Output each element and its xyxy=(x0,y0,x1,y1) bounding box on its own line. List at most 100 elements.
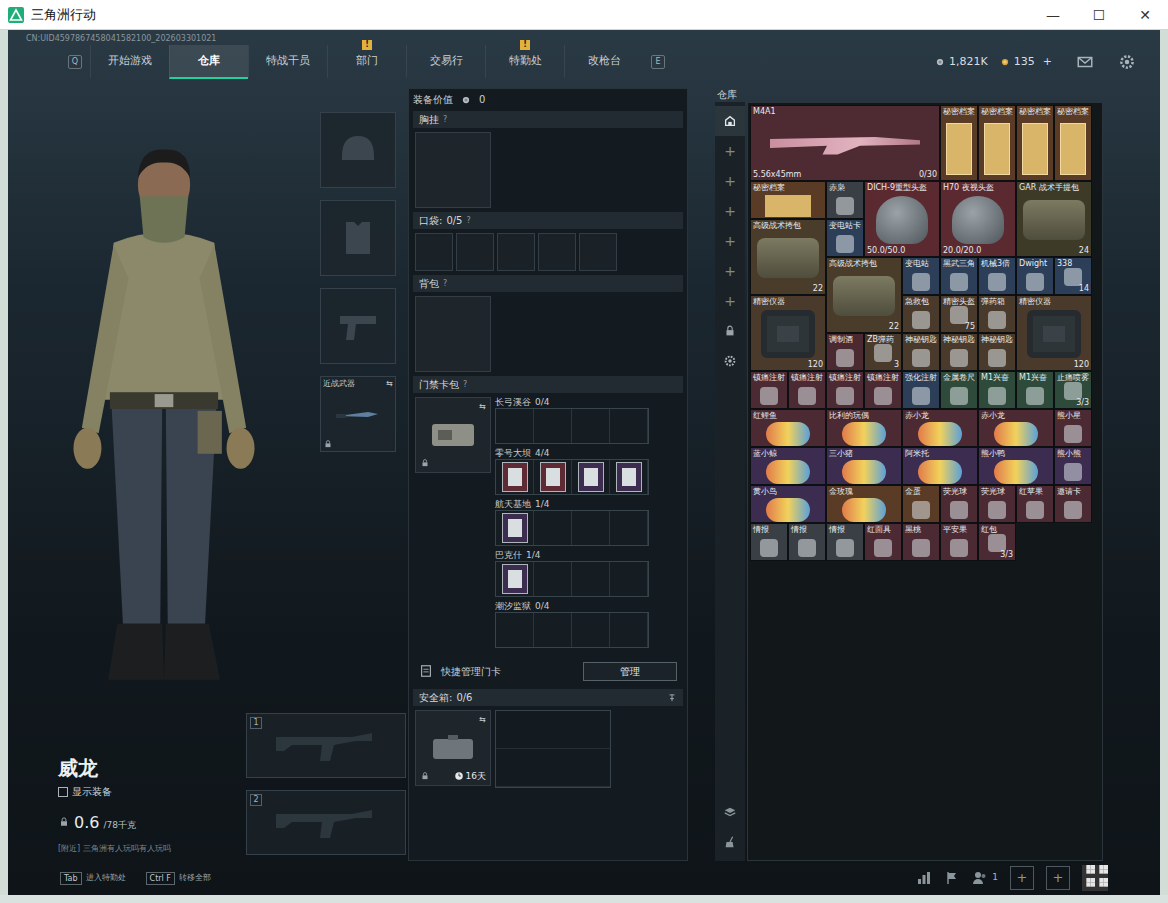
warehouse-item[interactable]: 高级战术挎包22 xyxy=(750,219,826,295)
pocket-slot[interactable] xyxy=(415,233,453,271)
card-pack-slot[interactable]: ⇆ xyxy=(415,397,491,473)
backpack-slot[interactable] xyxy=(415,296,491,372)
keycard-slot[interactable] xyxy=(534,460,572,494)
warehouse-item[interactable]: 急救包 xyxy=(902,295,940,333)
close-button[interactable]: ✕ xyxy=(1122,0,1168,30)
show-gear-checkbox[interactable] xyxy=(58,787,68,797)
help-button[interactable]: ? xyxy=(443,113,447,126)
warehouse-item[interactable]: 33814 xyxy=(1054,257,1092,295)
invite-slot[interactable]: + xyxy=(1010,866,1034,890)
warehouse-tab[interactable] xyxy=(715,106,745,136)
warehouse-item[interactable]: ZB弹药3 xyxy=(864,333,902,371)
nav-tab[interactable]: 特勤处! xyxy=(485,45,564,79)
warehouse-item[interactable]: 情报 xyxy=(750,523,788,561)
warehouse-tab[interactable]: + xyxy=(715,166,745,196)
access-card[interactable] xyxy=(502,462,528,492)
warehouse-item[interactable]: 秘密档案 xyxy=(750,181,826,219)
help-button[interactable]: ? xyxy=(466,214,470,227)
flag-icon[interactable] xyxy=(944,870,960,886)
safe-cell[interactable] xyxy=(572,749,610,787)
weapon-slot[interactable]: 1 xyxy=(246,713,406,778)
safe-cell[interactable] xyxy=(496,711,534,749)
warehouse-tab[interactable] xyxy=(715,827,745,857)
pocket-slot[interactable] xyxy=(538,233,576,271)
warehouse-tab[interactable] xyxy=(715,316,745,346)
pocket-slot[interactable] xyxy=(579,233,617,271)
access-card[interactable] xyxy=(540,462,566,492)
warehouse-item[interactable]: 精密头盔75 xyxy=(940,295,978,333)
keycard-slot[interactable] xyxy=(496,562,534,596)
armor-slot[interactable] xyxy=(320,200,396,276)
help-button[interactable]: ? xyxy=(463,378,467,391)
warehouse-item[interactable]: 平安果 xyxy=(940,523,978,561)
access-card[interactable] xyxy=(502,513,528,543)
help-button[interactable]: ? xyxy=(443,277,447,290)
warehouse-item[interactable]: 秘密档案 xyxy=(1016,105,1054,181)
warehouse-tab[interactable]: + xyxy=(715,136,745,166)
warehouse-item[interactable]: 赤枭 xyxy=(826,181,864,219)
warehouse-item[interactable]: 荧光球 xyxy=(940,485,978,523)
warehouse-item[interactable]: 秘密档案 xyxy=(978,105,1016,181)
warehouse-item[interactable]: H70 夜视头盔20.0/20.0 xyxy=(940,181,1016,257)
warehouse-item[interactable]: 赤小龙 xyxy=(902,409,978,447)
maximize-button[interactable]: ☐ xyxy=(1076,0,1122,30)
access-card[interactable] xyxy=(502,564,528,594)
warehouse-item[interactable]: M1兴奋 xyxy=(978,371,1016,409)
warehouse-item[interactable]: 红包3/3 xyxy=(978,523,1016,561)
warehouse-item[interactable]: 神秘钥匙 xyxy=(902,333,940,371)
stats-chart-icon[interactable] xyxy=(916,870,932,886)
player-avatar-icon[interactable] xyxy=(1082,865,1108,891)
warehouse-item[interactable]: 赤小龙 xyxy=(978,409,1054,447)
warehouse-item[interactable]: 调制酒 xyxy=(826,333,864,371)
access-card[interactable] xyxy=(616,462,642,492)
gear-icon[interactable] xyxy=(1118,53,1136,71)
keycard-slot[interactable] xyxy=(610,562,648,596)
warehouse-item[interactable]: 精密仪器120 xyxy=(750,295,826,371)
warehouse-item[interactable]: 变电站 xyxy=(902,257,940,295)
keycard-slot[interactable] xyxy=(496,511,534,545)
warehouse-tab[interactable]: + xyxy=(715,196,745,226)
warehouse-item[interactable]: GAR 战术手提包24 xyxy=(1016,181,1092,257)
warehouse-item[interactable]: 红苹果 xyxy=(1016,485,1054,523)
pistol-slot[interactable] xyxy=(320,288,396,364)
warehouse-item[interactable]: 镇痛注射 xyxy=(750,371,788,409)
warehouse-item[interactable]: 机械3倍 xyxy=(978,257,1016,295)
warehouse-item[interactable]: 神秘钥匙 xyxy=(940,333,978,371)
keycard-slot[interactable] xyxy=(610,511,648,545)
swap-button[interactable]: ⇆ xyxy=(479,715,486,725)
safe-cell[interactable] xyxy=(572,711,610,749)
warehouse-item[interactable]: 神秘钥匙 xyxy=(978,333,1016,371)
key-hint[interactable]: Tab进入特勤处 xyxy=(60,872,126,885)
warehouse-item[interactable]: M1兴奋 xyxy=(1016,371,1054,409)
swap-button[interactable]: ⇆ xyxy=(386,379,393,389)
warehouse-item[interactable]: 镇痛注射 xyxy=(788,371,826,409)
safe-cell[interactable] xyxy=(534,711,572,749)
friends-button[interactable]: 1 xyxy=(972,870,998,886)
warehouse-item[interactable]: 黑武三角 xyxy=(940,257,978,295)
show-gear-toggle[interactable]: 显示装备 xyxy=(58,784,171,799)
warehouse-item[interactable]: 比利的玩偶 xyxy=(826,409,902,447)
warehouse-item[interactable]: 变电站卡 xyxy=(826,219,864,257)
nav-tab[interactable]: 开始游戏 xyxy=(90,45,169,79)
helmet-slot[interactable] xyxy=(320,112,396,188)
keycard-slot[interactable] xyxy=(534,511,572,545)
access-card[interactable] xyxy=(578,462,604,492)
warehouse-item[interactable]: 熊小星 xyxy=(1054,409,1092,447)
warehouse-item[interactable]: 强化注射 xyxy=(902,371,940,409)
key-hint[interactable]: Ctrl F转移全部 xyxy=(146,872,211,885)
warehouse-item[interactable]: 金蛋 xyxy=(902,485,940,523)
warehouse-item[interactable]: 熊小熊 xyxy=(1054,447,1092,485)
keycard-slot[interactable] xyxy=(610,409,648,443)
nav-tab[interactable]: 部门! xyxy=(327,45,406,79)
swap-button[interactable]: ⇆ xyxy=(479,402,486,412)
warehouse-item[interactable]: 高级战术挎包22 xyxy=(826,257,902,333)
warehouse-item[interactable]: 熊小鸭 xyxy=(978,447,1054,485)
warehouse-tab[interactable]: + xyxy=(715,256,745,286)
warehouse-item[interactable]: 红面具 xyxy=(864,523,902,561)
warehouse-item[interactable]: 三小猪 xyxy=(826,447,902,485)
warehouse-tab[interactable] xyxy=(715,346,745,376)
warehouse-item[interactable]: 情报 xyxy=(826,523,864,561)
warehouse-item[interactable]: 精密仪器120 xyxy=(1016,295,1092,371)
warehouse-tab[interactable] xyxy=(715,797,745,827)
nav-tab[interactable]: 改枪台 xyxy=(564,45,643,79)
